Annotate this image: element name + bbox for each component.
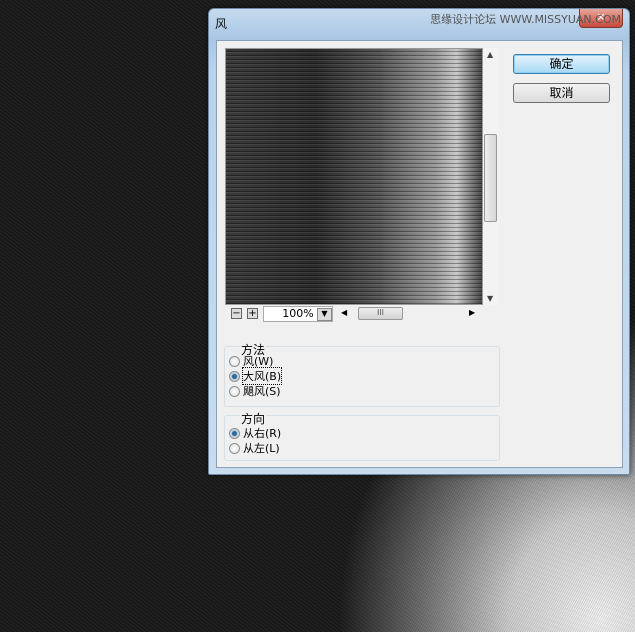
- radio-selected-icon[interactable]: [229, 427, 240, 439]
- radio-icon[interactable]: [229, 442, 240, 454]
- radio-label: 从左(L): [243, 442, 280, 455]
- dialog-title: 风: [215, 17, 228, 31]
- radio-label: 飓风(S): [243, 385, 281, 398]
- preview-vertical-scrollbar[interactable]: ▲ ▼: [483, 48, 499, 305]
- radio-blast[interactable]: 大风(B): [229, 367, 283, 385]
- radio-from-left[interactable]: 从左(L): [229, 440, 280, 456]
- radio-icon[interactable]: [229, 355, 240, 367]
- dialog-body: ▲ ▼ − + 100% ▼ ◀ III ▶ 确定 取消 方法 风(W) 大风(…: [216, 40, 623, 468]
- cancel-button[interactable]: 取消: [513, 83, 610, 103]
- radio-from-right[interactable]: 从右(R): [229, 425, 281, 441]
- scroll-left-icon[interactable]: ◀: [341, 308, 347, 317]
- preview-toolbar: − + 100% ▼ ◀ III ▶: [225, 305, 499, 323]
- radio-icon[interactable]: [229, 385, 240, 397]
- horizontal-scroll-thumb[interactable]: III: [358, 307, 403, 320]
- ok-button[interactable]: 确定: [513, 54, 610, 74]
- watermark: 思缘设计论坛 WWW.MISSYUAN.COM: [430, 13, 621, 26]
- wind-dialog: 风 ✕ 思缘设计论坛 WWW.MISSYUAN.COM ▲ ▼ − + 100%…: [208, 8, 630, 475]
- scroll-up-icon[interactable]: ▲: [487, 50, 493, 59]
- vertical-scroll-thumb[interactable]: [484, 134, 497, 222]
- zoom-in-button[interactable]: +: [247, 308, 258, 319]
- radio-label: 从右(R): [243, 427, 282, 440]
- method-group: 方法 风(W) 大风(B) 飓风(S): [224, 341, 500, 407]
- zoom-out-button[interactable]: −: [231, 308, 242, 319]
- scroll-down-icon[interactable]: ▼: [487, 294, 493, 303]
- direction-group: 方向 从右(R) 从左(L): [224, 410, 500, 461]
- radio-selected-icon[interactable]: [229, 370, 240, 382]
- radio-wind[interactable]: 风(W): [229, 353, 273, 369]
- zoom-dropdown-icon[interactable]: ▼: [317, 308, 332, 321]
- radio-label: 大风(B): [241, 367, 283, 385]
- scroll-right-icon[interactable]: ▶: [469, 308, 475, 317]
- radio-stagger[interactable]: 飓风(S): [229, 383, 281, 399]
- radio-label: 风(W): [243, 355, 274, 368]
- filter-preview[interactable]: [225, 48, 483, 305]
